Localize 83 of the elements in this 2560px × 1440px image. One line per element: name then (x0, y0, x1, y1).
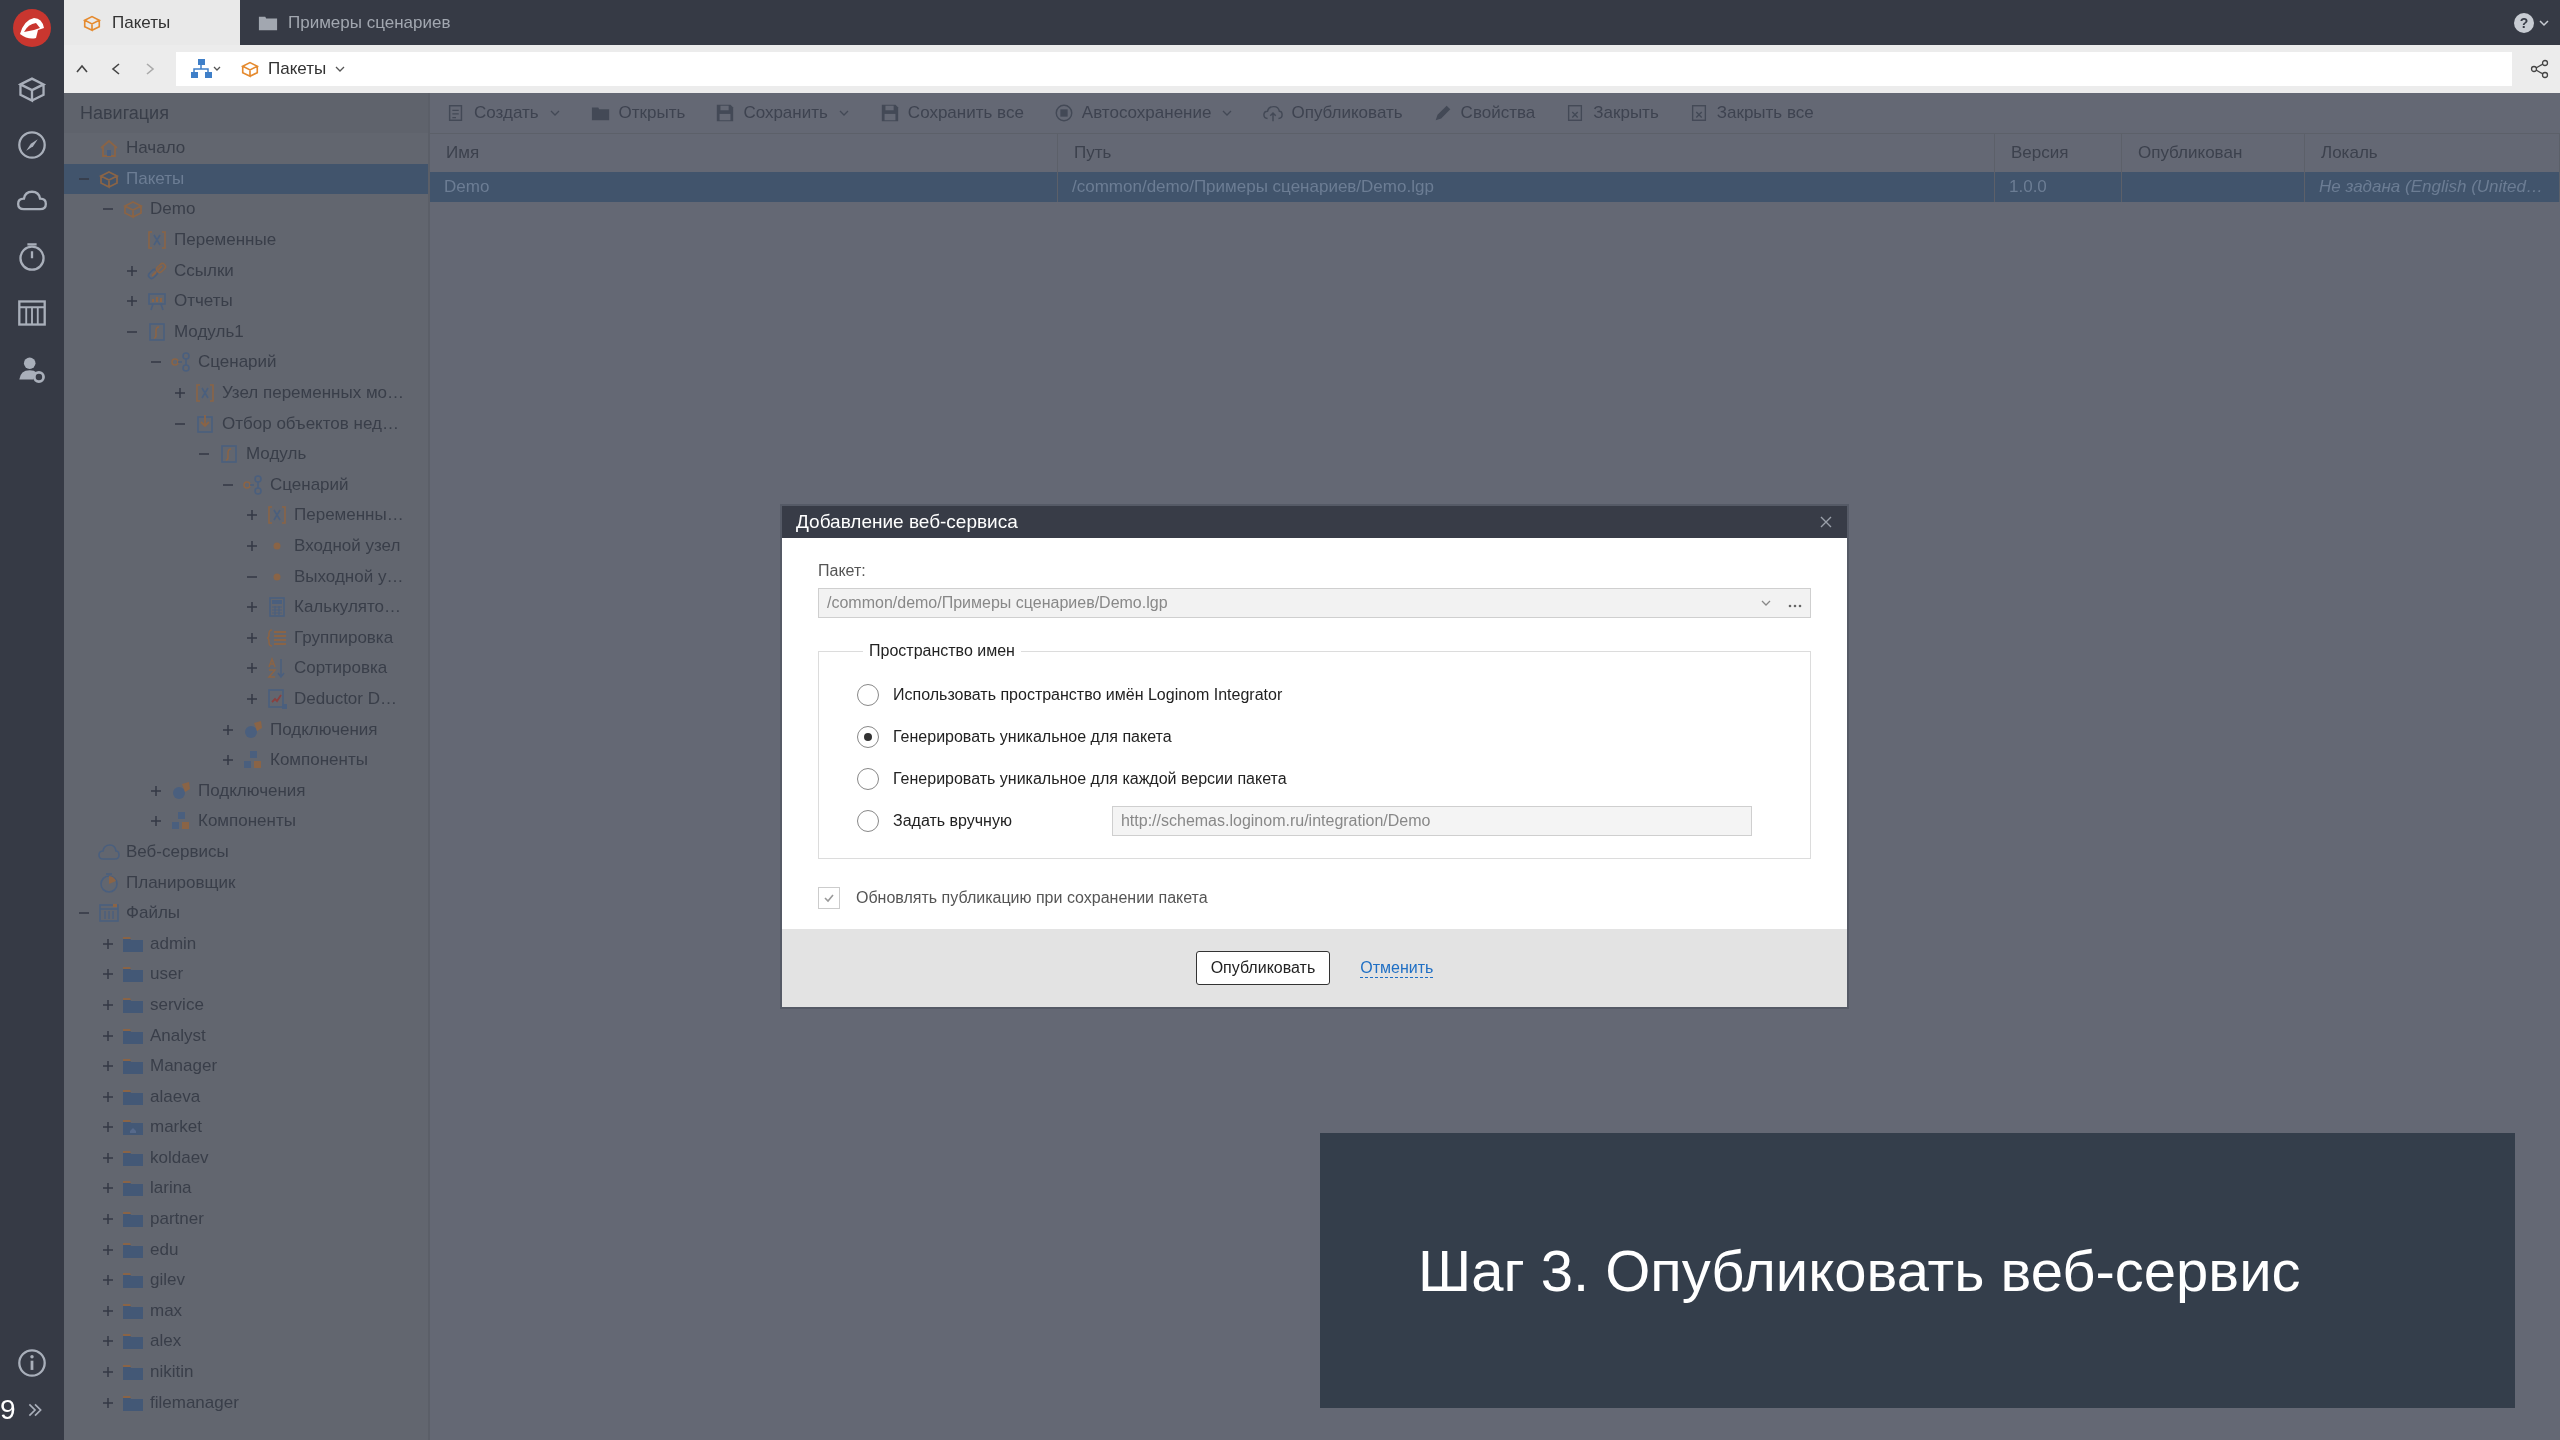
tab[interactable]: Пакеты (64, 0, 240, 45)
expand-icon[interactable] (102, 1274, 114, 1287)
expand-icon[interactable] (102, 968, 114, 981)
expand-icon[interactable] (102, 1151, 114, 1164)
expand-icon[interactable] (246, 662, 258, 675)
expand-icon[interactable] (102, 1366, 114, 1379)
address-field[interactable]: Пакеты (176, 52, 2512, 86)
expand-icon[interactable] (102, 1029, 114, 1042)
expand-icon[interactable] (102, 1090, 114, 1103)
option-label[interactable]: Задать вручную (893, 812, 1012, 830)
plug-icon (170, 779, 192, 802)
close-icon[interactable] (1819, 515, 1833, 529)
cancel-link[interactable]: Отменить (1360, 958, 1434, 978)
table-icon[interactable] (17, 298, 47, 328)
refresh-floppy-icon (1053, 103, 1074, 123)
option-label[interactable]: Использовать пространство имён Loginom Integrator (893, 686, 1283, 704)
tab[interactable]: Примеры сценариев (240, 0, 469, 45)
function-box-icon (218, 443, 240, 466)
checkbox[interactable] (818, 887, 840, 909)
house-icon (98, 137, 120, 160)
easel-chart-icon (146, 290, 168, 313)
expand-icon[interactable] (102, 1243, 114, 1256)
expand-icon[interactable] (246, 693, 258, 705)
expand-icon[interactable] (102, 998, 114, 1011)
bracket-x-icon (194, 382, 216, 405)
expand-icon[interactable] (102, 1213, 114, 1226)
sort-icon (266, 657, 288, 680)
expand-icon[interactable] (246, 601, 258, 614)
expand-icon[interactable] (222, 723, 234, 736)
expand-icon[interactable] (102, 1121, 114, 1134)
option-label[interactable]: Генерировать уникальное для каждой версии пакета (893, 770, 1287, 788)
info-icon[interactable] (17, 1348, 47, 1378)
nodes-icon (170, 351, 192, 374)
caption-text: Шаг 3. Опубликовать веб-сервис (1418, 1237, 2301, 1304)
expand-icon[interactable] (102, 1335, 114, 1348)
breadcrumb-item[interactable]: Пакеты (268, 59, 327, 79)
bracket-x-icon (266, 504, 288, 527)
list-icon (266, 626, 288, 649)
namespace-field[interactable]: http://schemas.loginom.ru/integration/Demo (1111, 806, 1752, 836)
field-label: Пакет: (818, 562, 867, 580)
expand-icon[interactable] (102, 937, 114, 950)
share-icon[interactable] (2530, 59, 2550, 79)
stopwatch-icon[interactable] (17, 242, 47, 272)
arrow-box-icon (194, 412, 216, 435)
stopwatch-icon (98, 871, 120, 894)
plug-icon (242, 718, 264, 741)
cabinet-icon (98, 902, 120, 925)
checkbox-label[interactable]: Обновлять публикацию при сохранении пакета (856, 889, 1208, 907)
expand-icon[interactable] (102, 1182, 114, 1195)
dialog-title: Добавление веб-сервиса (796, 511, 1018, 533)
more-icon[interactable] (1788, 603, 1802, 609)
expand-icon[interactable] (246, 540, 258, 552)
checkmark-icon (823, 892, 835, 904)
publish-button[interactable]: Опубликовать (1195, 951, 1331, 985)
expand-icon[interactable] (102, 1304, 114, 1317)
option-label[interactable]: Генерировать уникальное для пакета (893, 728, 1172, 746)
bracket-x-icon (146, 229, 168, 252)
expand-icon[interactable] (150, 815, 162, 828)
expand-icon[interactable] (102, 1396, 114, 1409)
user-gear-icon[interactable] (17, 354, 47, 384)
help-button[interactable]: ? (2514, 12, 2534, 33)
function-box-icon (146, 320, 168, 343)
expand-icon[interactable] (246, 631, 258, 644)
expand-icon[interactable] (126, 295, 138, 308)
group-title: Пространство имен (868, 642, 1016, 660)
floppy-icon (879, 103, 900, 123)
compass-icon[interactable] (17, 130, 47, 160)
expand-icon[interactable] (102, 1060, 114, 1073)
expand-icon[interactable] (246, 509, 258, 522)
expand-icon[interactable] (222, 754, 234, 767)
box-icon (122, 198, 144, 221)
expand-icon[interactable] (150, 784, 162, 797)
floppy-icon (715, 103, 736, 123)
page-number: 9 (0, 1394, 16, 1426)
package-combobox[interactable]: /common/demo/Примеры сценариев/Demo.lgp (818, 588, 1811, 618)
calculator-icon (266, 596, 288, 619)
logo-icon[interactable] (12, 8, 52, 48)
box-icon (240, 59, 260, 79)
document-chart-icon (266, 688, 288, 710)
nodes-icon (242, 473, 264, 496)
cloud-upload-icon (1263, 103, 1284, 123)
expand-icon[interactable] (174, 387, 186, 400)
expand-icon[interactable] (126, 264, 138, 277)
